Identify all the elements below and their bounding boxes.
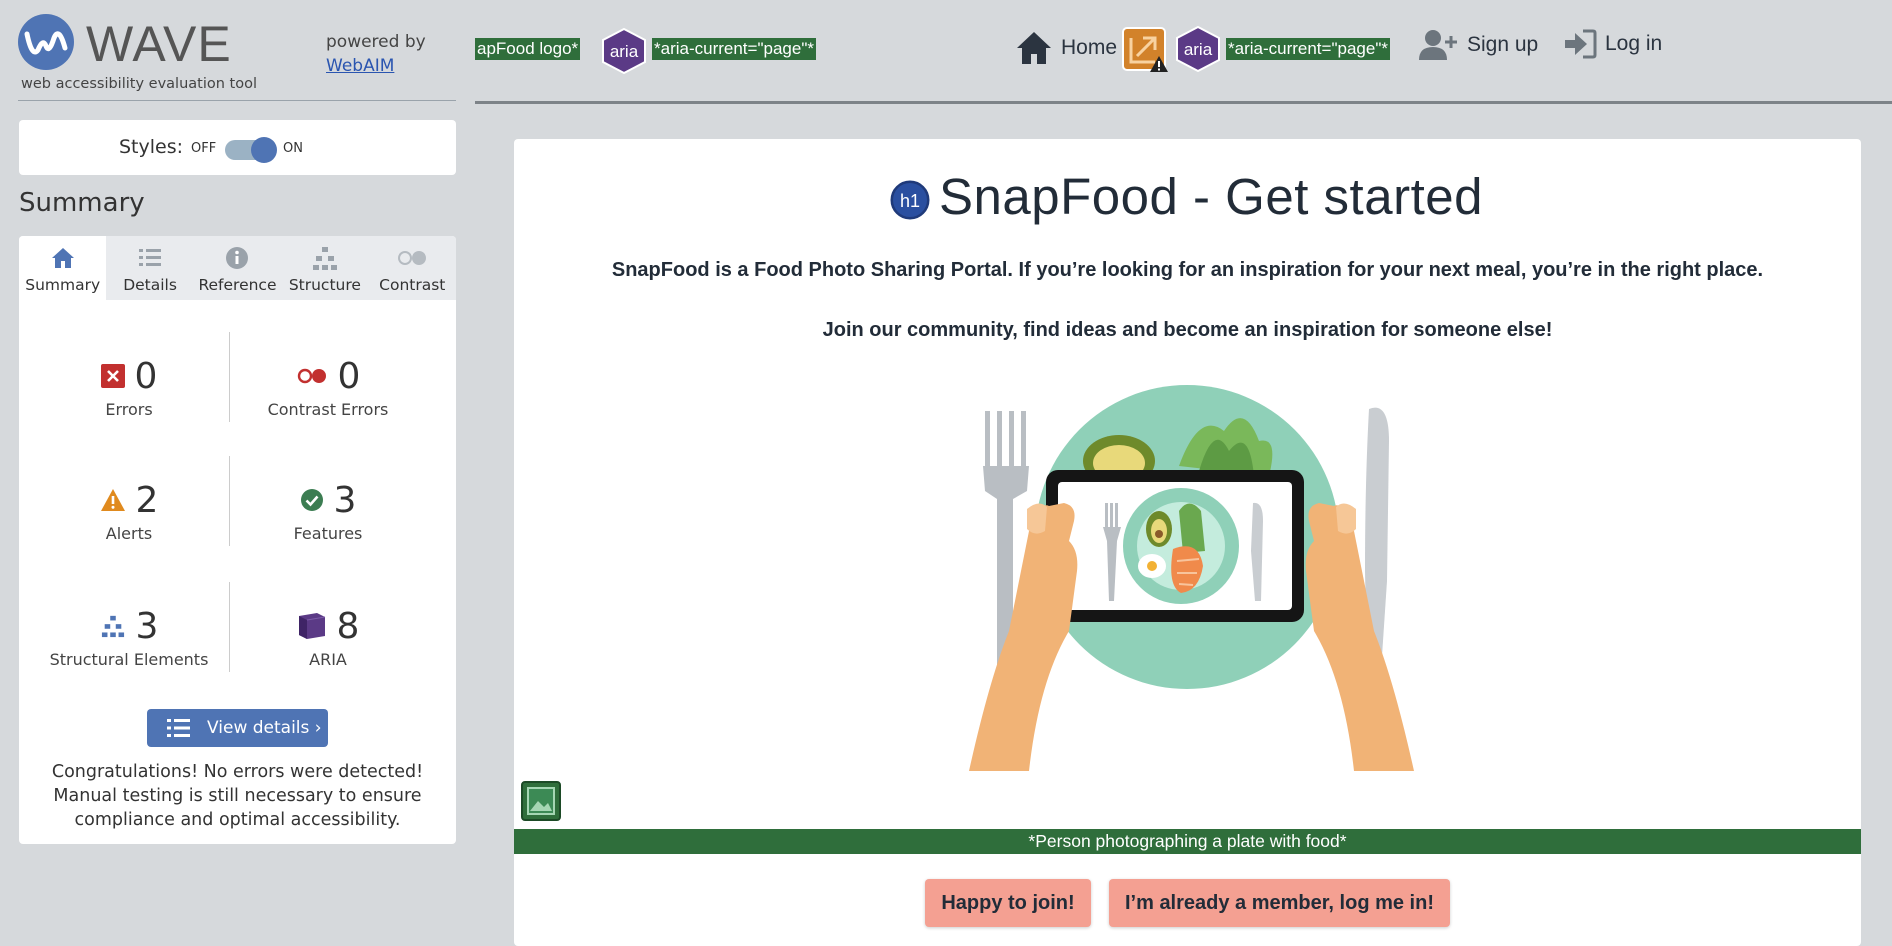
tab-bar: Summary Details Reference Structure Cont…: [19, 236, 456, 300]
aria-current-tag: *aria-current="page"*: [1226, 38, 1390, 60]
tab-summary[interactable]: Summary: [19, 236, 107, 300]
structure-icon: [101, 615, 124, 638]
h1-badge-label: h1: [900, 191, 920, 211]
webaim-link[interactable]: WebAIM: [326, 56, 394, 76]
alerts-label: Alerts: [105, 524, 153, 543]
stat-errors: 0 Errors: [34, 356, 224, 419]
list-icon: [167, 719, 190, 737]
wave-sidebar: WAVE web accessibility evaluation tool p…: [0, 0, 475, 946]
features-count: 3: [333, 479, 357, 521]
alert-triangle-icon: [100, 489, 125, 511]
aria-badge-label: aria: [610, 42, 639, 61]
congrats-message: Congratulations! No errors were detected…: [51, 762, 424, 830]
hierarchy-icon: [312, 247, 337, 270]
divider: [229, 582, 230, 672]
styles-toggle-box: Styles: OFF ON: [19, 120, 456, 175]
image-alt-caption: *Person photographing a plate with food*: [514, 829, 1861, 854]
nav-home[interactable]: Home: [1015, 30, 1117, 66]
styles-toggle[interactable]: [225, 137, 277, 163]
tab-reference[interactable]: Reference: [194, 236, 281, 300]
toggle-on-label: ON: [283, 141, 303, 156]
nav-login-label: Log in: [1605, 32, 1663, 55]
contrast-errors-label: Contrast Errors: [267, 400, 389, 419]
main-card: h1 SnapFood - Get started SnapFood is a …: [514, 139, 1861, 946]
aria-badge-icon: aria: [1176, 26, 1220, 72]
contrast-errors-count: 0: [337, 355, 361, 397]
wave-subtitle: web accessibility evaluation tool: [21, 76, 257, 92]
hero-illustration: [969, 385, 1414, 771]
powered-by-text: powered by: [326, 32, 426, 52]
toggle-off-label: OFF: [191, 141, 217, 156]
nav-login[interactable]: Log in: [1563, 28, 1662, 60]
stat-contrast-errors: 0 Contrast Errors: [233, 355, 423, 420]
structural-count: 3: [135, 605, 159, 647]
happy-to-join-button[interactable]: Happy to join!: [925, 879, 1091, 927]
wave-logo-icon: [18, 14, 74, 70]
tab-details[interactable]: Details: [106, 236, 193, 300]
errors-count: 0: [134, 355, 158, 397]
view-details-label: View details ›: [207, 718, 322, 738]
stat-structural: 3 Structural Elements: [34, 605, 224, 670]
aria-label: ARIA: [309, 650, 347, 669]
tab-label: Structure: [288, 276, 361, 294]
nav-home-label: Home: [1061, 36, 1118, 59]
structural-label: Structural Elements: [49, 650, 209, 669]
join-text: Join our community, find ideas and becom…: [822, 319, 1553, 341]
aria-cube-icon: [298, 613, 325, 639]
home-icon: [1017, 32, 1051, 64]
view-details-button[interactable]: View details ›: [147, 709, 328, 747]
summary-heading: Summary: [19, 188, 145, 218]
image-alt-icon: [521, 781, 561, 821]
tab-contrast[interactable]: Contrast: [369, 236, 456, 300]
summary-panel: Summary Details Reference Structure Cont…: [19, 236, 456, 844]
sign-in-icon: [1565, 29, 1597, 59]
h1-badge-icon: h1: [889, 179, 931, 221]
intro-text: SnapFood is a Food Photo Sharing Portal.…: [611, 259, 1764, 281]
stat-features: 3 Features: [233, 479, 423, 544]
tab-label: Details: [123, 276, 177, 294]
tab-label: Summary: [25, 276, 101, 294]
errors-label: Errors: [105, 400, 153, 419]
tab-structure[interactable]: Structure: [281, 236, 368, 300]
error-x-icon: [100, 364, 125, 388]
alerts-count: 2: [135, 479, 159, 521]
tab-label: Contrast: [379, 276, 446, 294]
info-icon: [226, 247, 249, 269]
stat-alerts: 2 Alerts: [34, 480, 224, 543]
wave-title: WAVE: [86, 16, 232, 72]
alert-redundant-link-icon: [1122, 27, 1168, 72]
home-icon: [51, 248, 74, 268]
list-icon: [139, 249, 162, 266]
member-login-button[interactable]: I’m already a member, log me in!: [1109, 879, 1450, 927]
styles-label: Styles:: [119, 136, 184, 158]
page-title: SnapFood - Get started: [939, 168, 1483, 225]
feature-check-icon: [300, 489, 323, 511]
divider: [18, 100, 456, 101]
nav-signup[interactable]: Sign up: [1419, 28, 1538, 62]
contrast-icon: [398, 251, 427, 265]
aria-badge-icon: aria: [602, 28, 646, 74]
aria-count: 8: [336, 605, 360, 647]
nav-signup-label: Sign up: [1467, 33, 1539, 56]
logo-alt-tag: apFood logo*: [475, 38, 581, 60]
aria-current-tag: *aria-current="page"*: [652, 38, 816, 60]
user-plus-icon: [1419, 30, 1457, 60]
contrast-error-icon: [297, 368, 326, 384]
tab-label: Reference: [198, 276, 277, 294]
divider: [229, 332, 230, 422]
toggle-knob[interactable]: [251, 137, 277, 163]
features-label: Features: [293, 524, 363, 543]
site-header: apFood logo* aria *aria-current="page"* …: [475, 0, 1892, 104]
stat-aria: 8 ARIA: [233, 606, 423, 669]
divider: [229, 456, 230, 546]
aria-badge-label: aria: [1184, 40, 1213, 59]
